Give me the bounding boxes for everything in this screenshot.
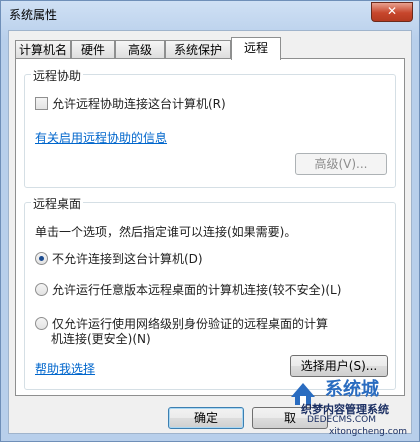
remote-desktop-title: 远程桌面 [31, 195, 84, 212]
allow-remote-assistance-checkbox[interactable] [35, 97, 48, 110]
dialog-client-area: 计算机名 硬件 高级 系统保护 远程 远程协助 允许远程协助连接这台计算机(R)… [8, 30, 412, 434]
allow-remote-assistance-label: 允许远程协助连接这台计算机(R) [52, 97, 226, 111]
window-title: 系统属性 [9, 8, 58, 22]
radio-option-deny[interactable]: 不允许连接到这台计算机(D) [35, 250, 203, 267]
watermark-title: 系统城 [325, 379, 379, 400]
ok-button[interactable]: 确定 [168, 407, 244, 429]
remote-assistance-title: 远程协助 [31, 67, 84, 84]
close-button[interactable]: ✕ [371, 2, 413, 22]
tab-remote[interactable]: 远程 [231, 37, 281, 60]
tab-strip: 计算机名 硬件 高级 系统保护 远程 [15, 37, 405, 60]
system-properties-window: 系统属性 ✕ 计算机名 硬件 高级 系统保护 远程 远程协助 允许远程协助连接这… [0, 0, 420, 442]
remote-desktop-group: 远程桌面 单击一个选项，然后指定谁可以连接(如果需要)。 不允许连接到这台计算机… [24, 195, 396, 390]
radio-nla[interactable] [35, 317, 48, 330]
select-users-button[interactable]: 选择用户(S)... [290, 355, 388, 377]
watermark-url-xitongcheng: xitongcheng.com [329, 427, 407, 437]
radio-option-any-version[interactable]: 允许运行任意版本远程桌面的计算机连接(较不安全)(L) [35, 281, 341, 298]
advanced-button[interactable]: 高级(V)... [295, 153, 387, 175]
tab-hardware[interactable]: 硬件 [71, 40, 115, 59]
watermark: 系统城 织梦内容管理系统 DEDECMS.COM xitongcheng.com [279, 375, 419, 441]
radio-any-version-label: 允许运行任意版本远程桌面的计算机连接(较不安全)(L) [52, 283, 342, 297]
radio-deny[interactable] [35, 252, 48, 265]
radio-nla-label-line1: 仅允许运行使用网络级别身份验证的远程桌面的计算 [52, 317, 329, 331]
watermark-url-dedecms: DEDECMS.COM [307, 415, 376, 425]
tab-advanced[interactable]: 高级 [115, 40, 165, 59]
remote-desktop-instruction: 单击一个选项，然后指定谁可以连接(如果需要)。 [35, 225, 297, 239]
radio-any-version[interactable] [35, 283, 48, 296]
remote-assistance-group: 远程协助 允许远程协助连接这台计算机(R) 有关启用远程协助的信息 高级(V).… [24, 67, 396, 188]
help-me-choose-link[interactable]: 帮助我选择 [35, 360, 95, 377]
remote-assistance-info-link[interactable]: 有关启用远程协助的信息 [35, 129, 167, 146]
tab-computer-name[interactable]: 计算机名 [15, 40, 71, 59]
remote-tab-panel: 远程协助 允许远程协助连接这台计算机(R) 有关启用远程协助的信息 高级(V).… [15, 58, 405, 396]
radio-deny-label: 不允许连接到这台计算机(D) [52, 252, 203, 266]
tab-system-protection[interactable]: 系统保护 [165, 40, 231, 59]
radio-nla-label-line2: 机连接(更安全)(N) [51, 332, 151, 346]
title-bar[interactable]: 系统属性 ✕ [1, 1, 419, 27]
allow-remote-assistance-row[interactable]: 允许远程协助连接这台计算机(R) [35, 95, 226, 112]
close-icon: ✕ [386, 4, 398, 18]
